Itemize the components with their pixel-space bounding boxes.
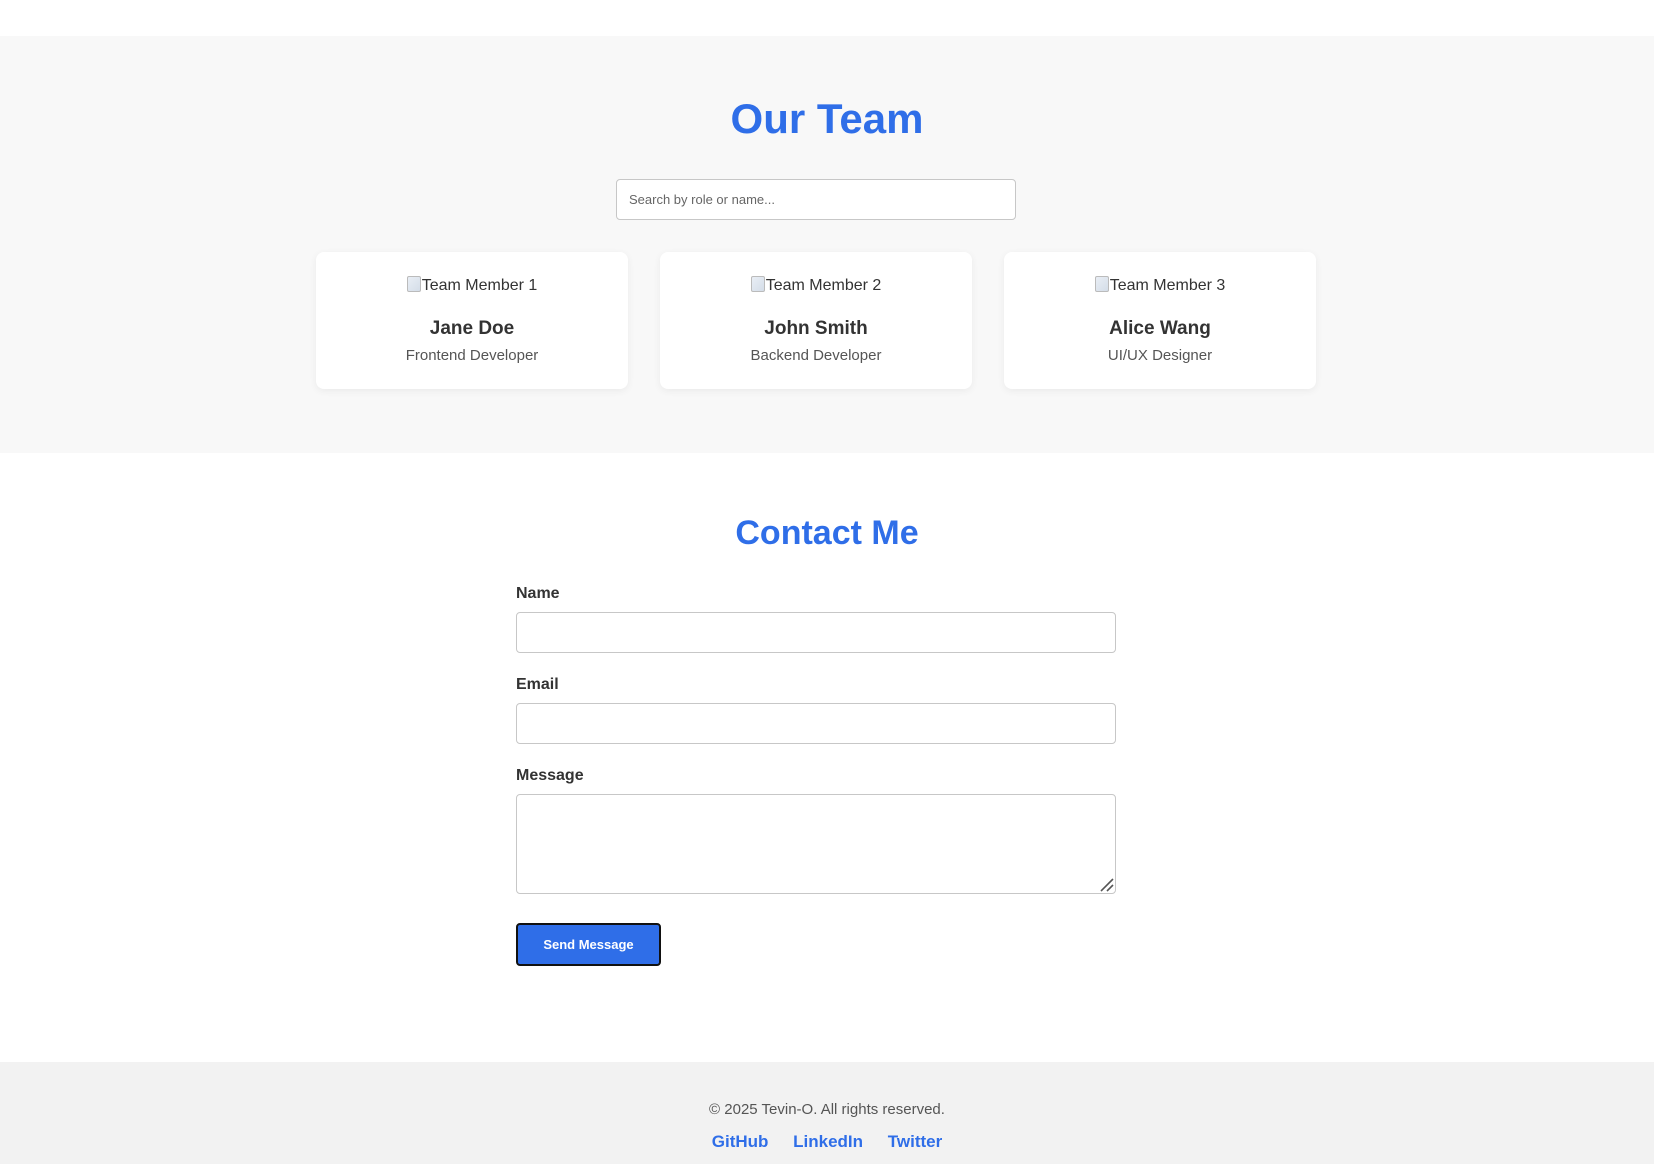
team-search-input[interactable] <box>616 179 1016 220</box>
team-section: Our Team Team Member 1 Jane Doe Frontend… <box>0 36 1654 453</box>
send-message-button[interactable]: Send Message <box>516 923 661 966</box>
team-card: Team Member 1 Jane Doe Frontend Develope… <box>316 252 628 389</box>
team-card: Team Member 3 Alice Wang UI/UX Designer <box>1004 252 1316 389</box>
team-member-image: Team Member 1 <box>316 276 628 295</box>
team-member-image-alt: Team Member 3 <box>1109 277 1226 294</box>
team-member-image: Team Member 3 <box>1004 276 1316 295</box>
footer-links: GitHub LinkedIn Twitter <box>0 1132 1654 1152</box>
name-label: Name <box>516 585 560 602</box>
team-card: Team Member 2 John Smith Backend Develop… <box>660 252 972 389</box>
broken-image-icon <box>750 276 765 292</box>
team-member-role: Frontend Developer <box>405 347 539 364</box>
team-member-name: John Smith <box>764 318 868 339</box>
email-field[interactable] <box>516 703 1116 744</box>
team-member-image: Team Member 2 <box>660 276 972 295</box>
team-member-role: Backend Developer <box>750 347 882 364</box>
message-label: Message <box>516 767 584 784</box>
email-label: Email <box>516 676 559 693</box>
contact-title: Contact Me <box>735 514 919 552</box>
copyright-text: © 2025 Tevin-O. All rights reserved. <box>709 1101 945 1118</box>
broken-image-icon <box>1094 276 1109 292</box>
linkedin-link[interactable]: LinkedIn <box>793 1132 863 1151</box>
team-title: Our Team <box>730 95 924 142</box>
team-member-name: Jane Doe <box>429 318 515 339</box>
github-link[interactable]: GitHub <box>712 1132 769 1151</box>
name-field[interactable] <box>516 612 1116 653</box>
team-member-role: UI/UX Designer <box>1107 347 1213 364</box>
team-member-image-alt: Team Member 1 <box>421 277 538 294</box>
footer: © 2025 Tevin-O. All rights reserved. Git… <box>0 1062 1654 1164</box>
team-member-image-alt: Team Member 2 <box>765 277 882 294</box>
twitter-link[interactable]: Twitter <box>888 1132 942 1151</box>
broken-image-icon <box>406 276 421 292</box>
message-field[interactable] <box>516 794 1116 894</box>
team-member-name: Alice Wang <box>1109 318 1211 339</box>
